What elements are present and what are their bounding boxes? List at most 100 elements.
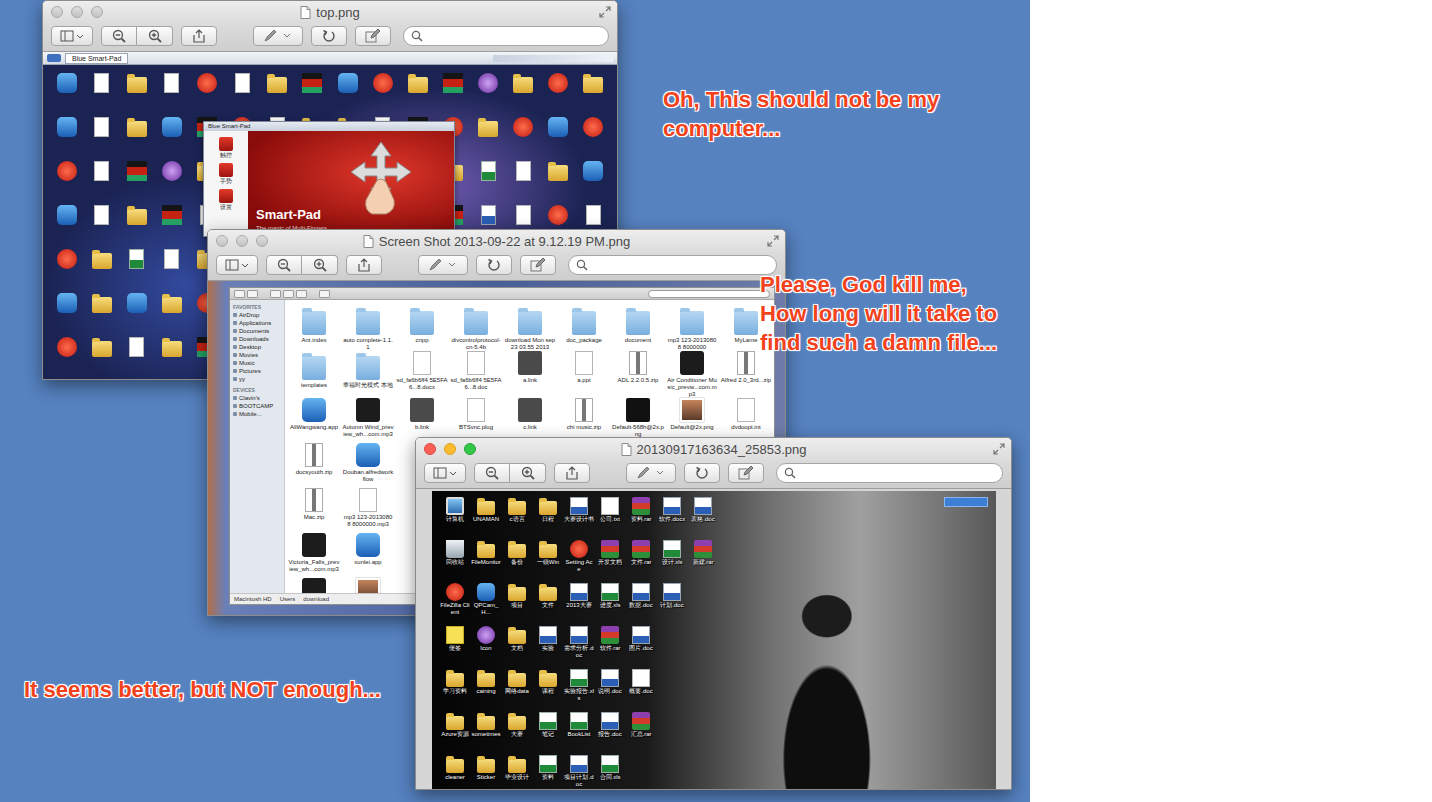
desktop-icon[interactable] bbox=[49, 205, 84, 249]
desktop-icon[interactable] bbox=[471, 161, 506, 205]
smartpad-menu-item[interactable]: 触控 bbox=[207, 137, 245, 159]
list-view-button[interactable] bbox=[283, 290, 294, 298]
rotate-button[interactable] bbox=[311, 26, 347, 46]
file-item[interactable] bbox=[287, 578, 341, 593]
desktop-icon[interactable] bbox=[576, 117, 611, 161]
desktop-icon[interactable]: 概要.doc bbox=[626, 669, 656, 712]
desktop-icon[interactable] bbox=[119, 117, 154, 161]
desktop-icon[interactable]: 学习资料 bbox=[440, 669, 470, 712]
desktop-icon[interactable] bbox=[119, 205, 154, 249]
desktop-icon[interactable]: 软件.docx bbox=[657, 497, 687, 540]
desktop-icon[interactable]: 设计.xls bbox=[657, 540, 687, 583]
rotate-button[interactable] bbox=[476, 255, 512, 275]
desktop-icon[interactable]: 计算机 bbox=[440, 497, 470, 540]
file-item[interactable]: doc_package bbox=[557, 306, 611, 344]
desktop-icon[interactable] bbox=[506, 117, 541, 161]
file-item[interactable]: auto complete-1.1.1 bbox=[341, 306, 395, 351]
desktop-icon[interactable]: 图片.doc bbox=[626, 626, 656, 669]
file-item[interactable]: chi music.zip bbox=[557, 398, 611, 431]
file-item[interactable] bbox=[341, 578, 395, 593]
taskbar-item[interactable]: Blue Smart-Pad bbox=[65, 53, 128, 64]
desktop-icon[interactable]: 毕业设计 bbox=[502, 755, 532, 789]
file-item[interactable]: download Mon sep 23 03.55 2013 bbox=[503, 306, 557, 351]
file-item[interactable]: cnpp bbox=[395, 306, 449, 344]
desktop-icon[interactable] bbox=[119, 337, 154, 379]
desktop-icon[interactable] bbox=[49, 117, 84, 161]
desktop-icon[interactable]: 汇总.rar bbox=[626, 712, 656, 755]
file-item[interactable]: a.link bbox=[503, 351, 557, 384]
desktop-icon[interactable] bbox=[435, 73, 470, 117]
annotate-button[interactable] bbox=[253, 26, 303, 46]
edit-button[interactable] bbox=[520, 255, 556, 275]
file-item[interactable]: document bbox=[611, 306, 665, 344]
edit-button[interactable] bbox=[728, 463, 764, 483]
desktop-icon[interactable]: 文件.rar bbox=[626, 540, 656, 583]
desktop-icon[interactable]: 大赛 bbox=[502, 712, 532, 755]
annotate-button[interactable] bbox=[418, 255, 468, 275]
desktop-icon[interactable]: QPCam_H... bbox=[471, 583, 501, 626]
zoom-out-button[interactable] bbox=[101, 26, 137, 46]
path-item[interactable]: Users bbox=[280, 595, 296, 603]
share-button[interactable] bbox=[554, 463, 590, 483]
file-item[interactable]: Default-568h@2x.png bbox=[611, 398, 665, 438]
desktop-icon[interactable]: 资料 bbox=[533, 755, 563, 789]
desktop-icon[interactable] bbox=[506, 161, 541, 205]
file-item[interactable]: Default@2x.png bbox=[665, 398, 719, 431]
file-item[interactable]: sd_fa6b6ff4 5E5FA6...8.docx bbox=[395, 351, 449, 391]
file-item[interactable]: Victoria_Falls_preview_wh...com.mp3 bbox=[287, 533, 341, 573]
desktop-icon[interactable]: sometimes bbox=[471, 712, 501, 755]
sidebar-item[interactable]: Mobile... bbox=[233, 410, 281, 418]
desktop-icon[interactable]: Setting Ace bbox=[564, 540, 594, 583]
desktop-icon[interactable]: 合同.xls bbox=[595, 755, 625, 789]
fullscreen-icon[interactable] bbox=[767, 235, 779, 247]
fullscreen-icon[interactable] bbox=[599, 6, 611, 18]
close-button[interactable] bbox=[51, 6, 63, 18]
desktop-icon[interactable] bbox=[365, 73, 400, 117]
desktop-icon[interactable] bbox=[541, 117, 576, 161]
desktop-icon[interactable] bbox=[154, 293, 189, 337]
icon-view-button[interactable] bbox=[270, 290, 281, 298]
desktop-icon[interactable]: 笔记 bbox=[533, 712, 563, 755]
desktop-icon[interactable] bbox=[49, 293, 84, 337]
file-item[interactable]: ADL 2.2.0.5.zip bbox=[611, 351, 665, 384]
file-item[interactable]: a.ppt bbox=[557, 351, 611, 384]
file-item[interactable]: 幸福时光模式 本地 bbox=[341, 351, 395, 389]
file-item[interactable]: docsyouth.zip bbox=[287, 443, 341, 476]
minimize-button[interactable] bbox=[236, 235, 248, 247]
file-item[interactable]: Air Conditioner Music_prevw...com.mp3 bbox=[665, 351, 719, 398]
desktop-icon[interactable]: 说明.doc bbox=[595, 669, 625, 712]
desktop-icon[interactable]: 数据.doc bbox=[626, 583, 656, 626]
search-field[interactable] bbox=[776, 463, 1003, 483]
desktop-icon[interactable]: 公司.txt bbox=[595, 497, 625, 540]
file-item[interactable]: sd_fa6b6ff4 5E5FA6...8.doc bbox=[449, 351, 503, 391]
desktop-icon[interactable] bbox=[84, 161, 119, 205]
desktop-icon[interactable] bbox=[260, 73, 295, 117]
desktop-icon[interactable] bbox=[154, 337, 189, 379]
desktop-icon[interactable] bbox=[84, 293, 119, 337]
desktop-icon[interactable] bbox=[119, 73, 154, 117]
desktop-icon[interactable] bbox=[49, 337, 84, 379]
desktop-icon[interactable] bbox=[119, 249, 154, 293]
sidebar-button[interactable] bbox=[216, 255, 258, 275]
file-item[interactable]: mp3 123-20130808 8000000 bbox=[665, 306, 719, 351]
desktop-icon[interactable]: c语言 bbox=[502, 497, 532, 540]
annotate-button[interactable] bbox=[626, 463, 676, 483]
desktop-icon[interactable] bbox=[84, 205, 119, 249]
zoom-in-button[interactable] bbox=[137, 26, 173, 46]
desktop-icon[interactable]: FileMonitor bbox=[471, 540, 501, 583]
share-button[interactable] bbox=[346, 255, 382, 275]
desktop-icon[interactable] bbox=[84, 73, 119, 117]
desktop-icon[interactable]: 文档 bbox=[502, 626, 532, 669]
desktop-icon[interactable]: 表格.doc bbox=[688, 497, 718, 540]
zoom-in-button[interactable] bbox=[302, 255, 338, 275]
file-item[interactable]: divcontrolprotocol-cn-5.4b bbox=[449, 306, 503, 351]
zoom-button[interactable] bbox=[464, 443, 476, 455]
desktop-icon[interactable]: 项目 bbox=[502, 583, 532, 626]
fullscreen-icon[interactable] bbox=[993, 443, 1005, 455]
file-item[interactable]: xunlei.app bbox=[341, 533, 395, 566]
desktop-icon[interactable] bbox=[225, 73, 260, 117]
desktop-icon[interactable] bbox=[541, 161, 576, 205]
desktop-icon[interactable]: 新建.rar bbox=[688, 540, 718, 583]
desktop-icon[interactable] bbox=[154, 161, 189, 205]
desktop-icon[interactable]: 进度.xls bbox=[595, 583, 625, 626]
